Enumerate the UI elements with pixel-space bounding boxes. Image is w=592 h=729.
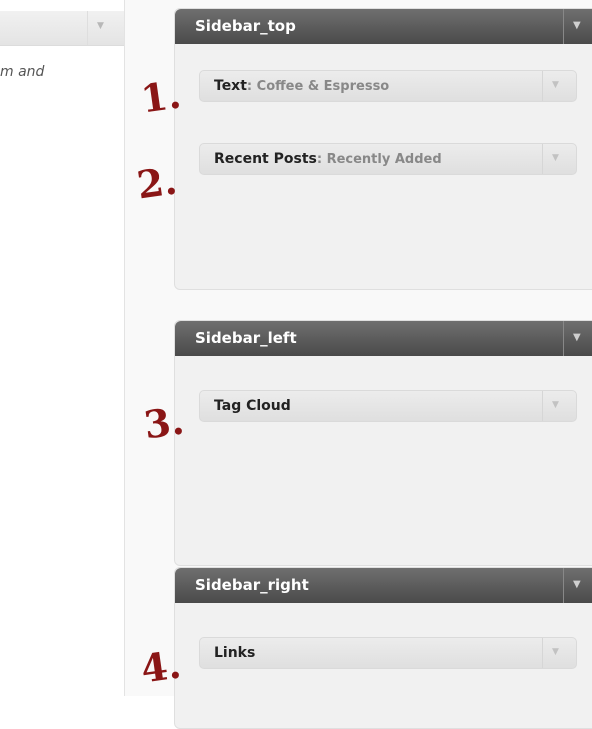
widget-subtitle: Coffee & Espresso [256,79,390,94]
widget-label: Text: Coffee & Espresso [214,78,389,94]
sidebar-header[interactable]: Sidebar_right ▼ [175,568,592,603]
left-panel: ▼ m and [0,0,125,696]
annotation-number: 2. [134,157,180,208]
sidebar-left-panel: Sidebar_left ▼ Tag Cloud ▼ [174,320,592,566]
triangle-down-icon[interactable]: ▼ [552,400,559,410]
sidebar-title: Sidebar_right [195,576,309,594]
header-divider [563,321,564,356]
widget-tag-cloud[interactable]: Tag Cloud ▼ [199,390,577,422]
sidebar-header[interactable]: Sidebar_left ▼ [175,321,592,356]
left-widget-header[interactable]: ▼ [0,11,124,46]
sidebar-top-panel: Sidebar_top ▼ Text: Coffee & Espresso ▼ … [174,8,592,290]
widget-divider [542,144,543,174]
widget-subtitle: Recently Added [326,152,442,167]
widget-divider [542,391,543,421]
annotation-number: 1. [138,71,184,122]
widget-name: Links [214,645,256,661]
annotation-number: 4. [138,641,184,692]
sidebar-right-panel: Sidebar_right ▼ Links ▼ [174,567,592,729]
triangle-down-icon[interactable]: ▼ [573,20,581,31]
triangle-down-icon[interactable]: ▼ [552,647,559,657]
header-divider [563,9,564,44]
widget-name: Text [214,78,247,94]
triangle-down-icon[interactable]: ▼ [552,153,559,163]
widget-links[interactable]: Links ▼ [199,637,577,669]
widget-separator: : [246,79,257,94]
widget-label: Links [214,645,255,661]
sidebar-title: Sidebar_left [195,329,297,347]
widget-label: Recent Posts: Recently Added [214,151,442,167]
widget-divider [542,71,543,101]
triangle-down-icon[interactable]: ▼ [552,80,559,90]
partial-description: m and [0,64,45,80]
widget-separator: : [316,152,327,167]
header-divider [87,11,88,45]
sidebar-title: Sidebar_top [195,17,296,35]
annotation-number: 3. [141,397,187,448]
widget-label: Tag Cloud [214,398,291,414]
widget-name: Tag Cloud [214,398,291,414]
widget-divider [542,638,543,668]
triangle-down-icon[interactable]: ▼ [573,332,581,343]
sidebar-header[interactable]: Sidebar_top ▼ [175,9,592,44]
triangle-down-icon[interactable]: ▼ [97,21,104,31]
widget-name: Recent Posts [214,151,317,167]
widget-recent-posts[interactable]: Recent Posts: Recently Added ▼ [199,143,577,175]
triangle-down-icon[interactable]: ▼ [573,579,581,590]
widget-text[interactable]: Text: Coffee & Espresso ▼ [199,70,577,102]
header-divider [563,568,564,603]
